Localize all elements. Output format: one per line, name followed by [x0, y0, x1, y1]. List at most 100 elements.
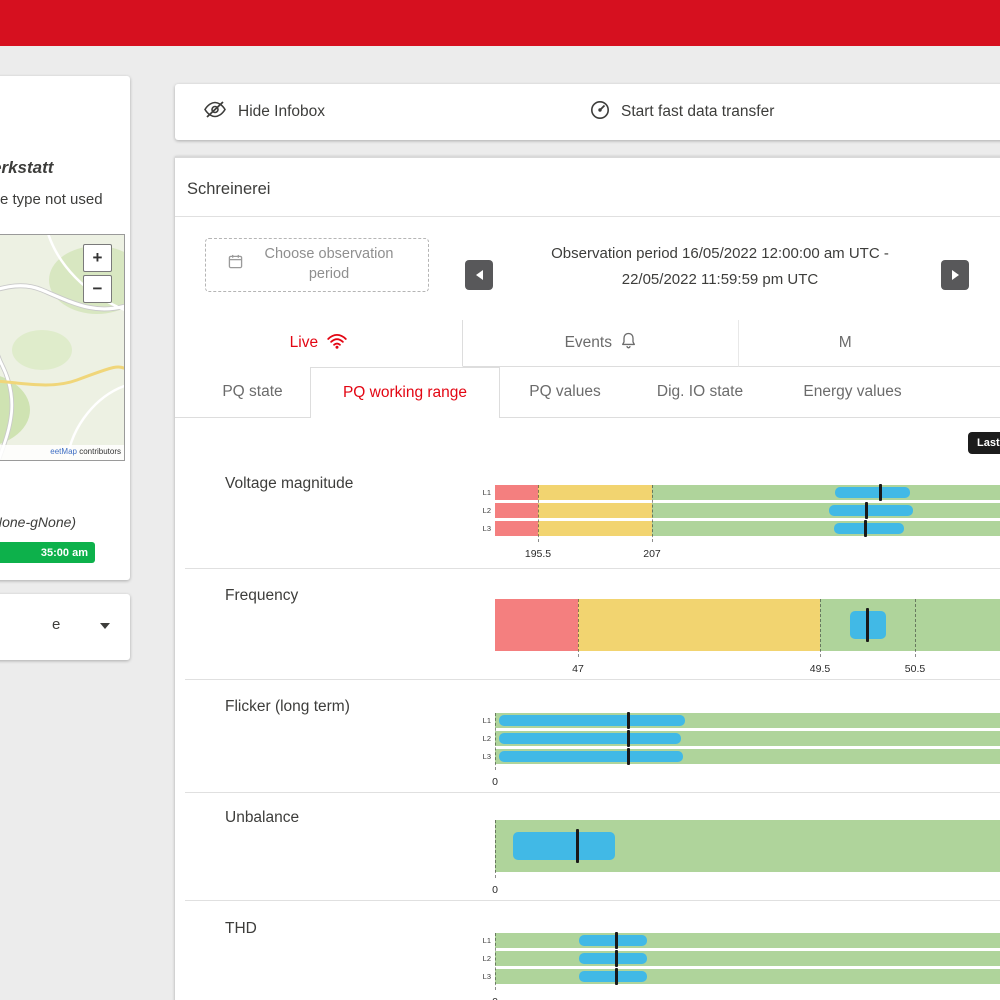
value-marker: [615, 968, 618, 985]
value-marker: [879, 484, 882, 501]
chart-row-thd: THD L1L2L30: [185, 900, 1000, 1000]
zone-warn: [538, 485, 652, 500]
zone-good: [820, 599, 1000, 651]
chart-title: Frequency: [225, 587, 298, 605]
axis-tick-label: 49.5: [810, 663, 830, 675]
value-marker: [615, 932, 618, 949]
chevron-left-icon: [476, 270, 483, 280]
phase-label: L2: [476, 954, 491, 963]
threshold-line: [495, 820, 496, 878]
phase-label: L2: [476, 506, 491, 515]
threshold-line: [538, 485, 539, 542]
bell-icon: [621, 332, 636, 354]
chart-title: THD: [225, 920, 257, 938]
action-toolbar: Hide Infobox Start fast data transfer: [175, 84, 1000, 140]
panel-title: Schreinerei: [187, 180, 270, 199]
chart-title: Voltage magnitude: [225, 475, 353, 493]
value-range-indicator: [834, 523, 904, 534]
main-panel: Schreinerei Choose observation period Ob…: [175, 156, 1000, 1000]
range-chart-frequency: 4749.550.5: [495, 599, 1000, 675]
value-marker: [615, 950, 618, 967]
zoom-out-button[interactable]: −: [83, 275, 112, 303]
range-band: [495, 485, 1000, 500]
threshold-line: [578, 599, 579, 657]
range-band: [495, 933, 1000, 948]
chart-row-unbalance: Unbalance 0: [185, 792, 1000, 901]
value-range-indicator: [835, 487, 910, 498]
range-chart-flicker: L1L2L30: [495, 713, 1000, 791]
last-value-badge: Last: [968, 432, 1000, 454]
threshold-line: [652, 485, 653, 542]
tab-live[interactable]: Live: [175, 320, 463, 367]
screen: erkstatt e type not used eetMap contribu…: [0, 0, 1000, 1000]
value-range-indicator: [829, 505, 913, 516]
range-band: [495, 969, 1000, 984]
observation-period-text: Observation period 16/05/2022 12:00:00 a…: [520, 241, 920, 294]
subtab-pq-working-range[interactable]: PQ working range: [310, 367, 500, 418]
value-range-indicator: [579, 953, 647, 964]
choose-observation-period-button[interactable]: Choose observation period: [205, 238, 429, 292]
infobox-card: erkstatt e type not used eetMap contribu…: [0, 76, 130, 580]
chevron-down-icon: [100, 623, 110, 629]
axis-tick-label: 207: [643, 548, 661, 560]
chevron-right-icon: [952, 270, 959, 280]
zone-good: [652, 503, 1000, 518]
zone-bad: [495, 599, 578, 651]
axis-tick-label: 50.5: [905, 663, 925, 675]
map-attribution: eetMap contributors: [0, 445, 124, 460]
value-range-indicator: [579, 935, 647, 946]
zoom-in-button[interactable]: +: [83, 244, 112, 272]
value-range-indicator: [499, 715, 685, 726]
osm-link[interactable]: eetMap: [50, 447, 77, 456]
range-band: [495, 521, 1000, 536]
device-type-note: e type not used: [0, 191, 103, 208]
chart-row-frequency: Frequency 4749.550.5: [185, 568, 1000, 680]
tab-measurements[interactable]: M: [739, 320, 1000, 367]
map-zoom-controls: + −: [83, 244, 111, 306]
subtab-pq-state[interactable]: PQ state: [200, 367, 305, 417]
hide-infobox-button[interactable]: Hide Infobox: [203, 84, 325, 140]
phase-label: L1: [476, 716, 491, 725]
range-chart-thd: L1L2L30: [495, 933, 1000, 1000]
axis-tick-label: 195.5: [525, 548, 551, 560]
previous-period-button[interactable]: [465, 260, 493, 290]
main-tabs: Live Events: [175, 320, 1000, 367]
subtab-energy-values[interactable]: Energy values: [780, 367, 925, 417]
subtab-pq-values[interactable]: PQ values: [510, 367, 620, 417]
subtab-dig-io-state[interactable]: Dig. IO state: [630, 367, 770, 417]
value-marker: [576, 829, 579, 863]
value-marker: [865, 502, 868, 519]
choose-observation-period-label: Choose observation period: [252, 245, 407, 284]
next-period-button[interactable]: [941, 260, 969, 290]
chart-title: Flicker (long term): [225, 698, 350, 716]
phase-label: L3: [476, 972, 491, 981]
tab-events[interactable]: Events: [463, 320, 739, 367]
range-chart-voltage: L1L2L3195.5207: [495, 485, 1000, 565]
hide-infobox-label: Hide Infobox: [238, 103, 325, 121]
phase-label: L1: [476, 488, 491, 497]
zone-warn: [538, 503, 652, 518]
divider: [175, 216, 1000, 217]
axis-tick-label: 0: [492, 996, 498, 1000]
phase-label: L3: [476, 524, 491, 533]
range-band: [495, 503, 1000, 518]
chart-title: Unbalance: [225, 809, 299, 827]
zone-warn: [538, 521, 652, 536]
tab-live-label: Live: [290, 334, 318, 352]
zone-bad: [495, 521, 538, 536]
chart-row-voltage-magnitude: Voltage magnitude L1 L2 L3 195.5 207: [185, 458, 1000, 569]
zone-good: [495, 969, 1000, 984]
chart-row-flicker: Flicker (long term) L1L2L30: [185, 679, 1000, 793]
zone-warn: [578, 599, 820, 651]
zone-good: [495, 933, 1000, 948]
axis-tick-label: 0: [492, 884, 498, 896]
infobox-dropdown[interactable]: e: [0, 594, 130, 660]
zone-bad: [495, 503, 538, 518]
device-id-note: None-gNone): [0, 514, 76, 530]
tab-events-label: Events: [565, 334, 612, 352]
value-marker: [627, 730, 630, 747]
fast-data-transfer-button[interactable]: Start fast data transfer: [590, 84, 774, 140]
site-name: erkstatt: [0, 158, 53, 178]
sub-tabs: PQ state PQ working range PQ values Dig.…: [175, 367, 1000, 418]
map-attribution-text: contributors: [77, 447, 121, 456]
